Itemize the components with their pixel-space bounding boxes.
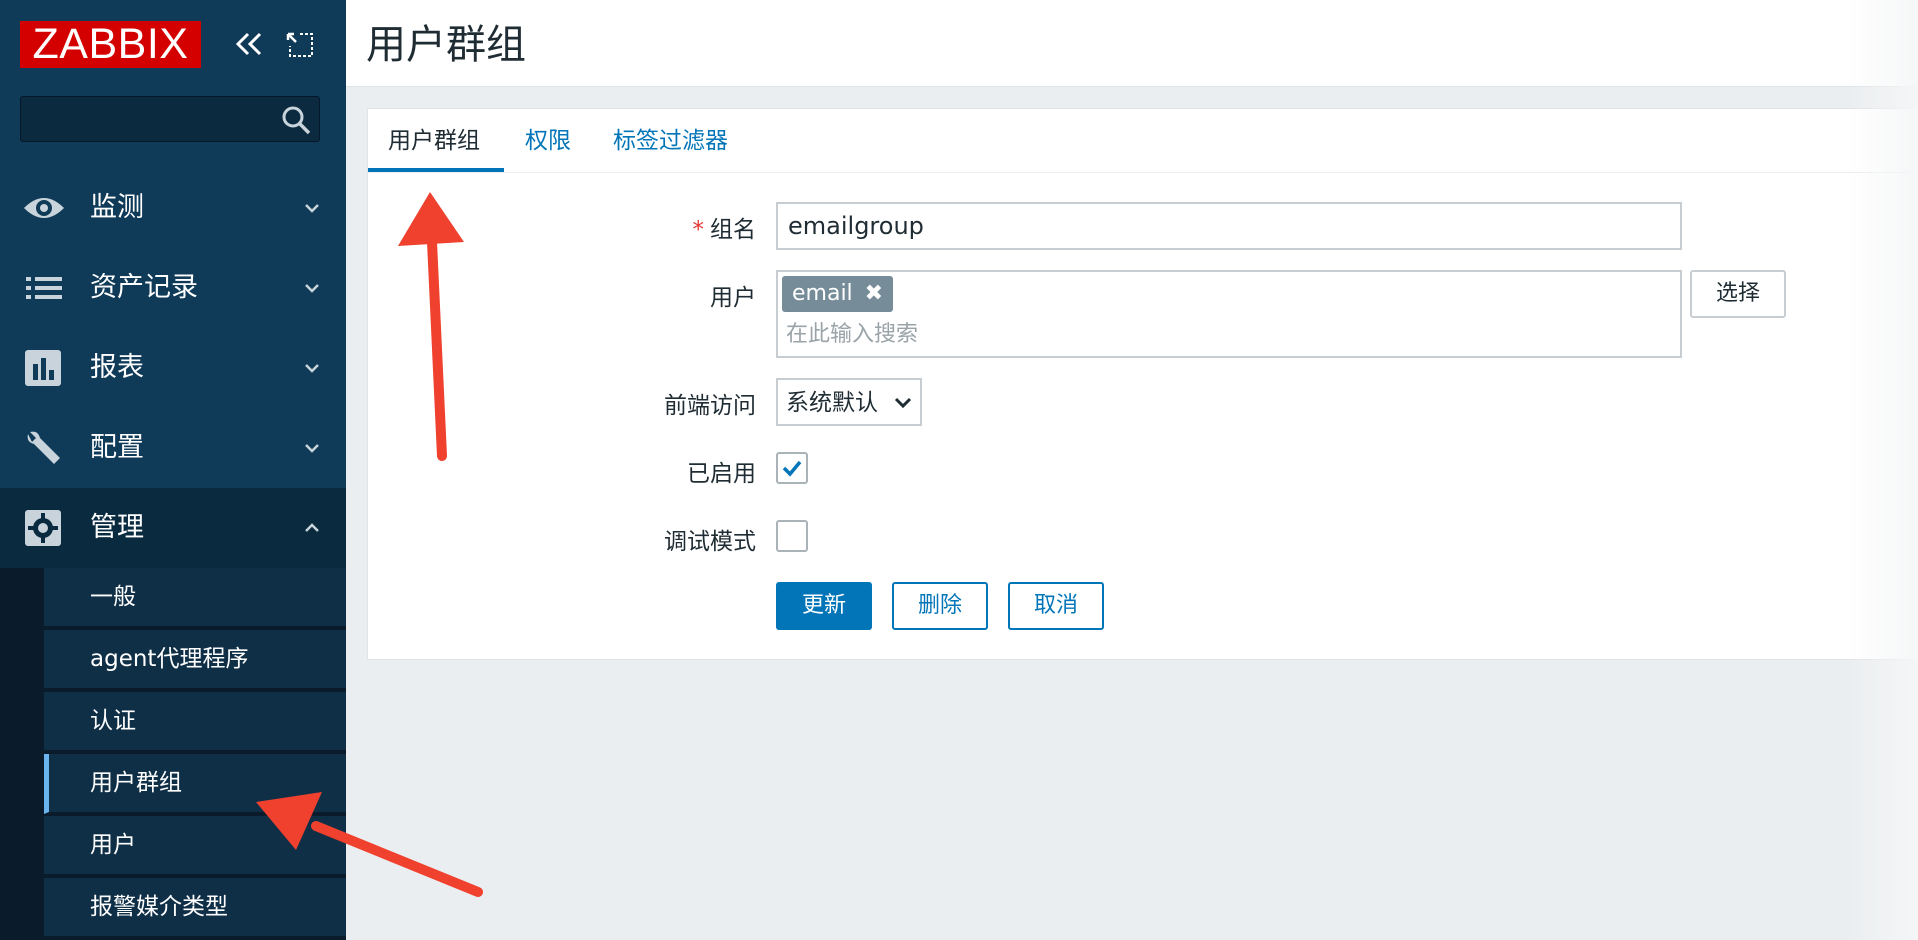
tab-user-group[interactable]: 用户群组	[368, 109, 504, 172]
search-icon[interactable]	[279, 103, 313, 137]
sidebar-search-input[interactable]	[29, 103, 273, 137]
group-name-input[interactable]	[776, 202, 1682, 250]
submenu-item-proxies[interactable]: agent代理程序	[44, 630, 346, 690]
chevron-down-icon	[305, 284, 319, 293]
tab-permissions[interactable]: 权限	[525, 109, 571, 172]
collapse-sidebar-icon[interactable]	[232, 24, 268, 64]
menu-label: 监测	[90, 192, 144, 223]
submenu-label: 认证	[90, 708, 136, 734]
wrench-icon	[27, 431, 61, 464]
menu-label: 管理	[90, 512, 144, 543]
menu-label: 报表	[90, 352, 144, 383]
bar-chart-icon	[25, 350, 61, 386]
select-users-button[interactable]: 选择	[1690, 270, 1786, 318]
debug-mode-checkbox[interactable]	[776, 520, 808, 552]
delete-button[interactable]: 删除	[892, 582, 988, 630]
tab-tag-filter[interactable]: 标签过滤器	[613, 109, 728, 172]
chevron-down-icon	[305, 364, 319, 373]
cancel-button[interactable]: 取消	[1008, 582, 1104, 630]
user-chip-label: email	[792, 281, 853, 306]
kiosk-mode-icon[interactable]	[282, 24, 318, 64]
debug-mode-label: 调试模式	[664, 529, 756, 555]
enabled-label: 已启用	[687, 461, 756, 487]
menu-administration[interactable]: 管理	[0, 488, 346, 568]
page-header: 用户群组	[346, 0, 1918, 87]
menu-monitoring[interactable]: 监测	[0, 168, 346, 248]
user-chip: email ✖	[782, 276, 894, 312]
sidebar-search[interactable]	[20, 96, 320, 142]
submenu-label: 用户	[90, 832, 136, 858]
remove-chip-icon[interactable]: ✖	[865, 276, 883, 312]
users-multiselect[interactable]: email ✖	[776, 270, 1682, 358]
frontend-access-value: 系统默认	[786, 390, 878, 416]
frontend-access-label: 前端访问	[664, 393, 756, 419]
chevron-up-icon	[305, 523, 319, 532]
menu-label: 配置	[90, 432, 144, 463]
checkmark-icon	[782, 460, 802, 477]
menu-configuration[interactable]: 配置	[0, 408, 346, 488]
submenu-item-authentication[interactable]: 认证	[44, 692, 346, 752]
users-search-input[interactable]	[784, 318, 1388, 350]
update-button[interactable]: 更新	[776, 582, 872, 630]
list-icon	[26, 277, 62, 299]
frontend-access-select[interactable]: 系统默认	[776, 378, 922, 426]
submenu-label: agent代理程序	[90, 646, 249, 672]
chevron-down-icon	[894, 397, 912, 409]
annotation-arrow-up	[398, 192, 464, 461]
menu-label: 资产记录	[90, 272, 198, 303]
tab-bar: 用户群组 权限 标签过滤器	[368, 109, 1918, 173]
page-title: 用户群组	[366, 22, 526, 68]
menu-inventory[interactable]: 资产记录	[0, 248, 346, 328]
menu-reports[interactable]: 报表	[0, 328, 346, 408]
group-name-label: * 组名	[496, 210, 757, 244]
chevron-down-icon	[305, 444, 319, 453]
enabled-checkbox[interactable]	[776, 452, 808, 484]
zabbix-logo[interactable]: ZABBIX	[20, 21, 201, 68]
submenu-label: 用户群组	[90, 770, 182, 796]
edge-fade	[1848, 0, 1918, 940]
gear-icon	[25, 510, 61, 546]
submenu-label: 报警媒介类型	[90, 894, 228, 920]
submenu-label: 一般	[90, 584, 136, 610]
required-mark: *	[692, 217, 705, 243]
chevron-down-icon	[305, 204, 319, 213]
eye-icon	[24, 198, 64, 218]
form-panel: 用户群组 权限 标签过滤器	[367, 108, 1918, 660]
annotation-arrow-left	[256, 792, 483, 897]
users-label: 用户	[710, 285, 756, 311]
group-name-label-text: 组名	[710, 217, 756, 243]
submenu-item-general[interactable]: 一般	[44, 568, 346, 628]
